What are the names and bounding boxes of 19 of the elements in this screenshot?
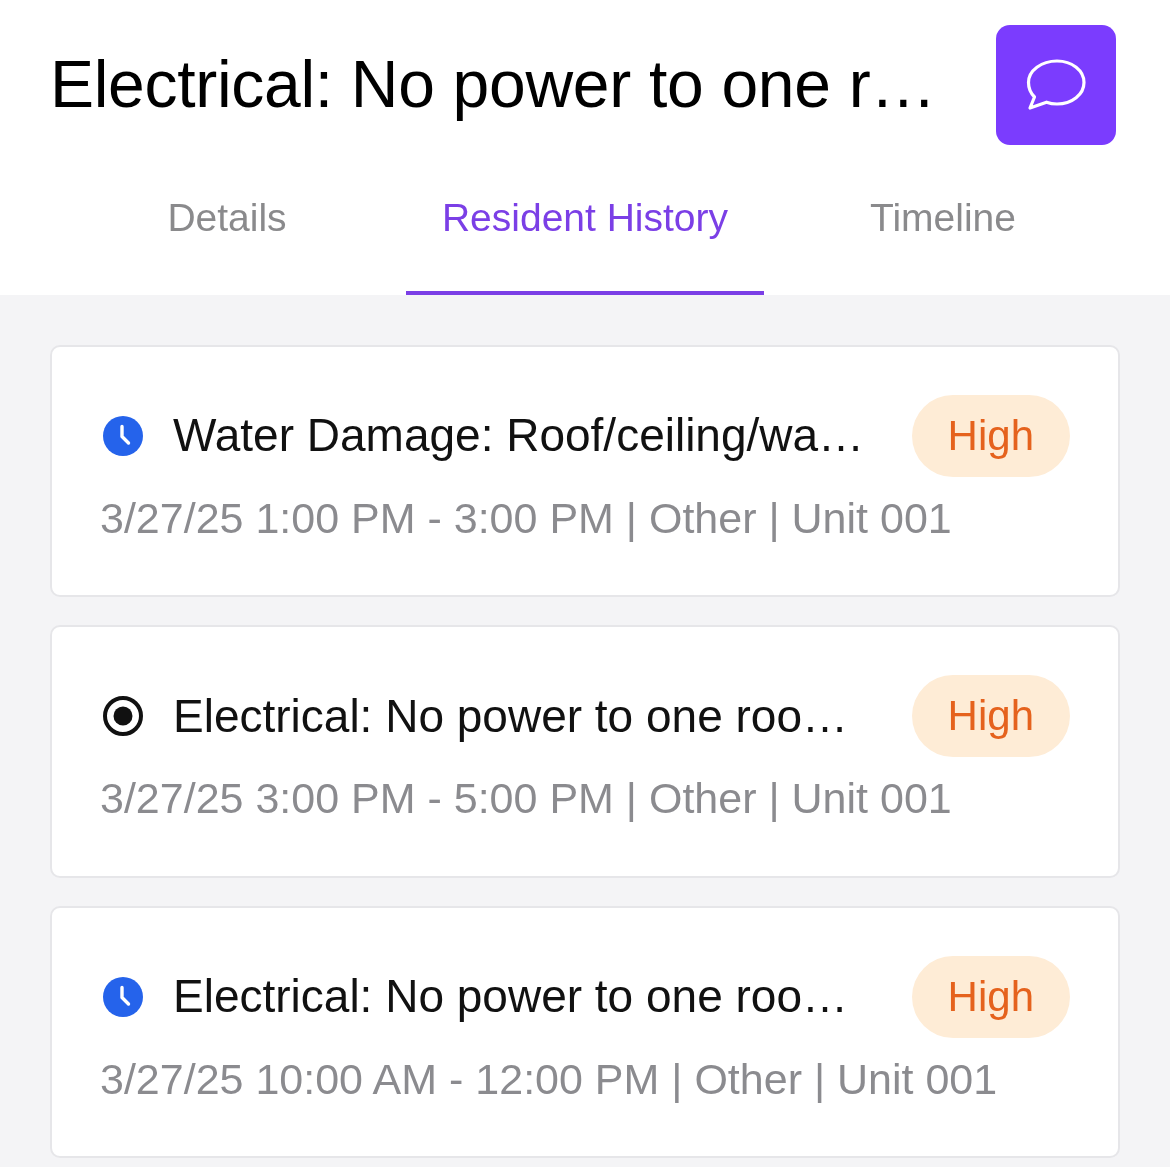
priority-badge: High <box>911 675 1070 758</box>
ticket-details: 3/27/25 10:00 AM - 12:00 PM | Other | Unit 001 <box>100 1054 999 1105</box>
ticket-details: 3/27/25 1:00 PM - 3:00 PM | Other | Unit 001 <box>100 494 953 544</box>
chat-button[interactable] <box>996 25 1116 145</box>
ticket-title: Electrical: No power to one roo… <box>173 969 848 1025</box>
chat-bubble-icon <box>1025 58 1087 112</box>
page-title: Electrical: No power to one r… <box>50 47 937 123</box>
tab[interactable]: Resident History <box>406 145 764 295</box>
ring-dot-icon <box>103 696 143 737</box>
clock-icon <box>103 976 143 1017</box>
ticket-title: Water Damage: Roof/ceiling/wa… <box>173 408 865 464</box>
clock-icon <box>103 416 143 456</box>
ticket-details: 3/27/25 3:00 PM - 5:00 PM | Other | Unit 001 <box>100 774 953 824</box>
ticket-card[interactable]: Electrical: No power to one roo… High 3/27/25 3:00 PM - 5:00 PM | Other | Unit 001 <box>50 625 1120 878</box>
ticket-card[interactable]: Electrical: No power to one roo… High 3/27/25 10:00 AM - 12:00 PM | Other | Unit 001 <box>50 905 1120 1159</box>
priority-badge: High <box>911 955 1070 1038</box>
ticket-title: Electrical: No power to one roo… <box>173 688 848 744</box>
priority-badge: High <box>911 395 1070 477</box>
ticket-card[interactable]: Water Damage: Roof/ceiling/wa… High 3/27/25 1:00 PM - 3:00 PM | Other | Unit 001 <box>50 345 1120 598</box>
